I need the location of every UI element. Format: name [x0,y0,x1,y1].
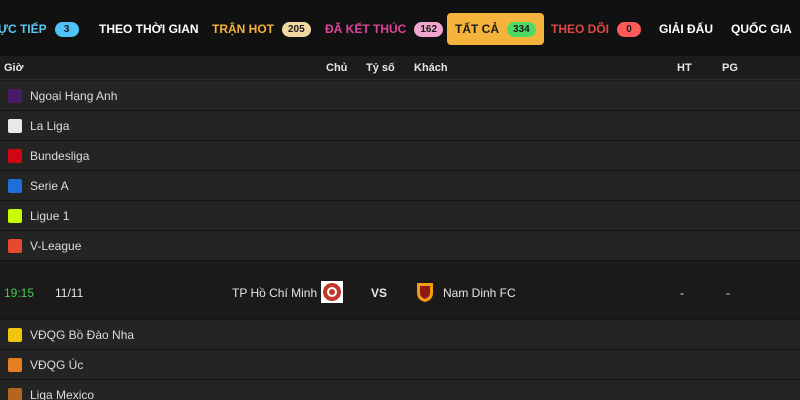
tab-label: THEO DÕI [551,22,610,36]
score-vs: VS [371,286,388,300]
tab-count-badge: 162 [414,21,444,37]
match-time: 19:15 [4,286,35,300]
league-name: Ngoại Hạng Anh [30,89,118,103]
tab-2[interactable]: TRẬN HOT 205 [212,13,311,45]
tab-label: TRẬN HOT [212,22,274,36]
premier-league-icon [8,89,22,103]
home-team-crest-icon [321,281,343,303]
table-header: Giờ Chủ Tỷ số Khách HT PG [0,56,800,80]
tab-label: ỰC TIẾP [0,22,47,36]
col-score: Tỷ số [366,62,395,74]
home-team[interactable]: TP Hồ Chí Minh [232,286,317,300]
col-pg: PG [722,62,738,74]
league-name: V-League [30,239,82,253]
liga-mx-icon [8,388,22,400]
serie-a-icon [8,179,22,193]
league-row[interactable]: Bundesliga [0,141,800,171]
tab-label: ĐÃ KẾT THÚC [325,22,407,36]
away-team-crest-icon [417,283,433,302]
league-row[interactable]: VĐQG Bồ Đào Nha [0,320,800,350]
league-row[interactable]: VĐQG Úc [0,350,800,380]
league-name: La Liga [30,119,70,133]
tab-0[interactable]: ỰC TIẾP 3 [0,13,79,45]
league-name: VĐQG Bồ Đào Nha [30,328,135,342]
league-name: Serie A [30,179,69,193]
match-date: 11/11 [55,286,84,300]
portugal-league-icon [8,328,22,342]
league-row[interactable]: V-League [0,231,800,261]
v-league-icon [8,239,22,253]
tab-5[interactable]: THEO DÕI 0 [551,13,642,45]
a-league-icon [8,358,22,372]
league-name: Liga Mexico [30,388,95,400]
match-row[interactable]: 19:15 11/11 TP Hồ Chí Minh VS Nam Dinh F… [0,264,800,320]
tab-7[interactable]: QUỐC GIA [731,13,792,45]
league-row[interactable]: Liga Mexico [0,380,800,400]
away-team[interactable]: Nam Dinh FC [443,286,516,300]
tab-label: GIẢI ĐẤU [659,22,713,36]
filter-tabs: ỰC TIẾP 3 THEO THỜI GIAN TRẬN HOT 205 ĐÃ KẾT … [0,0,800,56]
league-name: VĐQG Úc [30,358,84,372]
col-time: Giờ [4,62,24,74]
league-row[interactable]: Ligue 1 [0,201,800,231]
tab-count-badge: 0 [617,21,642,37]
tab-6[interactable]: GIẢI ĐẤU [659,13,713,45]
tab-4[interactable]: TẤT CẢ 334 [447,13,544,45]
tab-label: QUỐC GIA [731,22,792,36]
league-row[interactable]: Serie A [0,171,800,201]
halftime-score: - [680,286,684,300]
league-name: Ligue 1 [30,209,70,223]
pg-value: - [726,286,730,300]
league-name: Bundesliga [30,149,90,163]
ligue-1-icon [8,209,22,223]
tab-count-badge: 334 [507,21,536,37]
col-ht: HT [677,62,692,74]
tab-count-badge: 205 [282,21,311,37]
col-away: Khách [414,62,448,74]
tab-label: THEO THỜI GIAN [99,22,199,36]
league-row[interactable]: La Liga [0,111,800,141]
laliga-icon [8,119,22,133]
tab-1[interactable]: THEO THỜI GIAN [99,13,199,45]
tab-3[interactable]: ĐÃ KẾT THÚC 162 [325,13,444,45]
tab-label: TẤT CẢ [455,22,499,36]
col-home: Chủ [326,62,348,74]
league-row[interactable]: Ngoại Hạng Anh [0,81,800,111]
tab-count-badge: 3 [54,21,79,37]
bundesliga-icon [8,149,22,163]
